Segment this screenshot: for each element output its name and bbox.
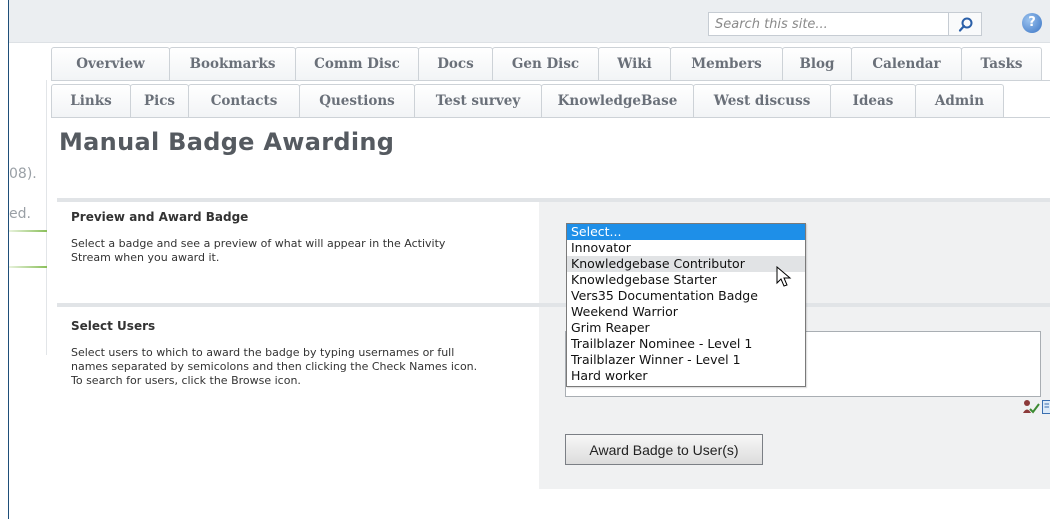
preview-section-heading: Preview and Award Badge bbox=[71, 210, 249, 224]
tab-links[interactable]: Links bbox=[51, 84, 131, 117]
tab-gen-disc[interactable]: Gen Disc bbox=[492, 47, 599, 80]
tab-bookmarks[interactable]: Bookmarks bbox=[169, 47, 296, 80]
users-section-description: To search for users, click the Browse ic… bbox=[71, 374, 301, 387]
search-box[interactable] bbox=[708, 12, 950, 36]
dropdown-option[interactable]: Select... bbox=[567, 224, 805, 240]
search-icon bbox=[958, 17, 973, 32]
check-names-icon[interactable] bbox=[1021, 399, 1041, 415]
badge-select-dropdown[interactable]: Select... Innovator Knowledgebase Contri… bbox=[566, 223, 806, 387]
tab-row-secondary: Links Pics Contacts Questions Test surve… bbox=[51, 80, 1004, 117]
left-text-fragment: ed. bbox=[9, 206, 31, 222]
dropdown-option[interactable]: Trailblazer Nominee - Level 1 bbox=[567, 336, 805, 352]
tab-ideas[interactable]: Ideas bbox=[830, 84, 916, 117]
tab-wiki[interactable]: Wiki bbox=[598, 47, 671, 80]
tab-members[interactable]: Members bbox=[670, 47, 783, 80]
award-badge-button[interactable]: Award Badge to User(s) bbox=[565, 434, 763, 465]
help-icon[interactable]: ? bbox=[1022, 13, 1042, 33]
users-section-heading: Select Users bbox=[71, 319, 156, 333]
dropdown-option[interactable]: Knowledgebase Contributor bbox=[567, 256, 805, 272]
tab-tasks[interactable]: Tasks bbox=[961, 47, 1042, 80]
main-frame: ? Overview Bookmarks Comm Disc Docs Gen … bbox=[8, 0, 1050, 519]
tab-pics[interactable]: Pics bbox=[130, 84, 189, 117]
progress-line bbox=[9, 266, 47, 268]
tab-west-discuss[interactable]: West discuss bbox=[693, 84, 831, 117]
dropdown-option[interactable]: Trailblazer Winner - Level 1 bbox=[567, 352, 805, 368]
users-section-description: names separated by semicolons and then c… bbox=[71, 360, 478, 373]
dropdown-option[interactable]: Grim Reaper bbox=[567, 320, 805, 336]
users-section-description: Select users to which to award the badge… bbox=[71, 346, 455, 359]
left-text-fragment: 08). bbox=[9, 166, 37, 182]
tab-admin[interactable]: Admin bbox=[915, 84, 1004, 117]
dropdown-option[interactable]: Vers35 Documentation Badge bbox=[567, 288, 805, 304]
dropdown-option[interactable]: Knowledgebase Starter bbox=[567, 272, 805, 288]
pointer-cursor-icon bbox=[776, 266, 792, 287]
preview-section-description: Stream when you award it. bbox=[71, 251, 220, 264]
browse-icon[interactable] bbox=[1042, 400, 1050, 414]
search-input[interactable] bbox=[715, 16, 915, 33]
dropdown-option[interactable]: Innovator bbox=[567, 240, 805, 256]
dropdown-option[interactable]: Hard worker bbox=[567, 368, 805, 384]
tab-blog[interactable]: Blog bbox=[782, 47, 852, 80]
tab-row-divider-2 bbox=[51, 117, 1050, 118]
section-divider bbox=[57, 303, 1050, 307]
dropdown-option[interactable]: Weekend Warrior bbox=[567, 304, 805, 320]
tab-test-survey[interactable]: Test survey bbox=[414, 84, 542, 117]
search-button[interactable] bbox=[948, 12, 982, 36]
tab-comm-disc[interactable]: Comm Disc bbox=[295, 47, 419, 80]
page-title: Manual Badge Awarding bbox=[59, 128, 395, 156]
tab-calendar[interactable]: Calendar bbox=[851, 47, 962, 80]
tab-row-primary: Overview Bookmarks Comm Disc Docs Gen Di… bbox=[51, 43, 1042, 80]
tab-knowledgebase[interactable]: KnowledgeBase bbox=[541, 84, 694, 117]
progress-line bbox=[9, 230, 47, 232]
tab-docs[interactable]: Docs bbox=[418, 47, 493, 80]
tab-overview[interactable]: Overview bbox=[51, 47, 170, 80]
preview-section-description: Select a badge and see a preview of what… bbox=[71, 237, 446, 250]
tab-questions[interactable]: Questions bbox=[299, 84, 415, 117]
tab-contacts[interactable]: Contacts bbox=[188, 84, 300, 117]
